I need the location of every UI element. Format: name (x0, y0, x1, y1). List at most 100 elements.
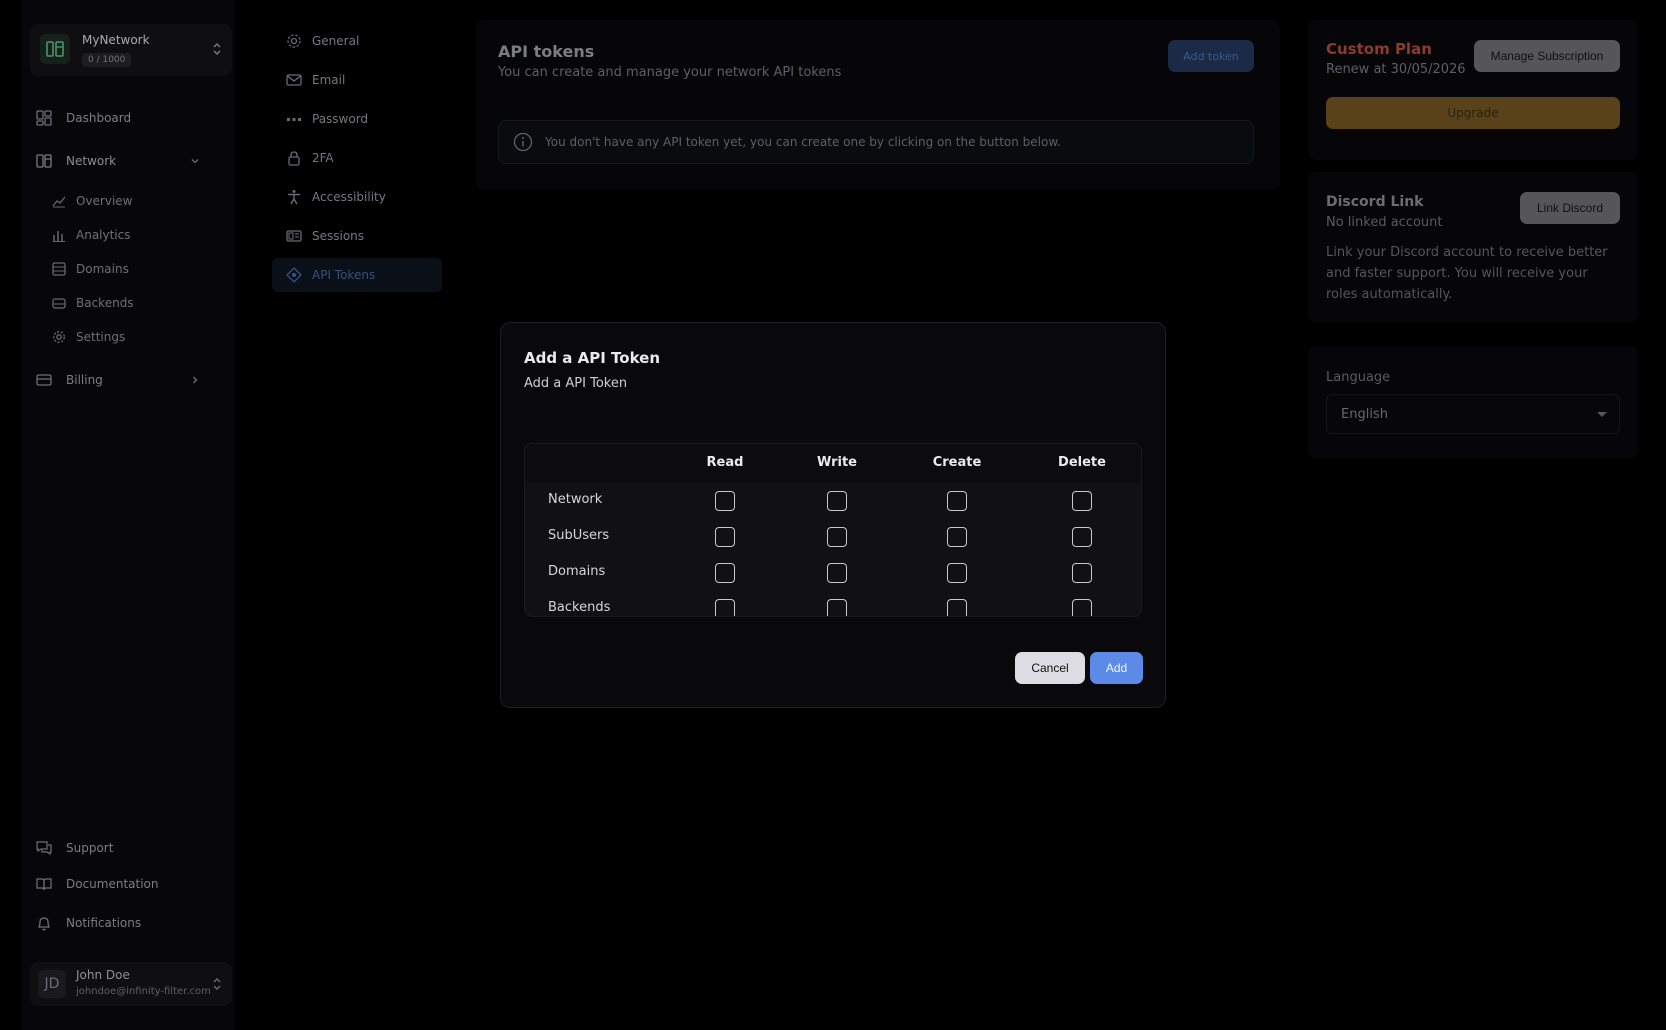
chevron-right-icon (193, 376, 198, 384)
sidebar-item-dashboard[interactable]: Dashboard (36, 106, 131, 130)
row-label-backends: Backends (548, 600, 611, 615)
language-label: Language (1326, 370, 1391, 385)
info-icon (513, 132, 533, 152)
checkbox-domains-delete[interactable] (1072, 563, 1092, 583)
sidebar-item-domains[interactable]: Domains (52, 258, 129, 280)
settings-tab-general[interactable]: General (272, 24, 442, 58)
discord-status: No linked account (1326, 215, 1443, 230)
cancel-button[interactable]: Cancel (1015, 652, 1085, 684)
settings-tab-label: Password (312, 112, 369, 126)
settings-tab-2fa[interactable]: 2FA (272, 141, 442, 175)
user-email: johndoe@infinity-filter.com (76, 986, 211, 997)
sidebar-item-overview[interactable]: Overview (52, 190, 133, 212)
sidebar-item-label: Support (66, 841, 114, 855)
page-title: API tokens (498, 42, 595, 61)
chat-bubbles-icon (36, 841, 52, 856)
checkbox-subusers-delete[interactable] (1072, 527, 1092, 547)
sidebar-item-label: Settings (76, 330, 126, 344)
sidebar-item-label: Notifications (66, 916, 142, 930)
discord-card: Discord Link No linked account Link your… (1308, 172, 1638, 322)
bar-chart-icon (53, 231, 65, 242)
trend-icon (52, 196, 66, 208)
sidebar-item-label: Dashboard (66, 111, 132, 125)
lock-icon (288, 151, 300, 166)
settings-tab-label: 2FA (312, 151, 334, 165)
settings-tab-password[interactable]: Password (272, 102, 442, 136)
sidebar-item-notifications[interactable]: Notifications (36, 911, 141, 935)
upgrade-button[interactable]: Upgrade (1326, 97, 1620, 129)
column-header-read: Read (706, 455, 744, 470)
add-token-modal: Add a API Token Add a API Token Read Wri… (500, 322, 1166, 708)
api-nodes-icon (286, 267, 302, 283)
gear-icon (53, 331, 65, 343)
checkbox-backends-delete[interactable] (1072, 599, 1092, 616)
permissions-header: Read Write Create Delete (525, 444, 1141, 482)
manage-subscription-button[interactable]: Manage Subscription (1474, 40, 1620, 72)
settings-tab-label: General (312, 34, 360, 48)
chevron-down-icon (191, 159, 199, 164)
add-button[interactable]: Add (1090, 652, 1143, 684)
checkbox-domains-write[interactable] (827, 563, 847, 583)
settings-tab-accessibility[interactable]: Accessibility (272, 180, 442, 214)
checkbox-backends-write[interactable] (827, 599, 847, 616)
mail-icon (286, 74, 302, 86)
checkbox-network-delete[interactable] (1072, 491, 1092, 511)
password-dots-icon (287, 118, 301, 121)
bell-icon (37, 917, 51, 931)
checkbox-backends-read[interactable] (715, 599, 735, 616)
network-switcher[interactable]: MyNetwork 0 / 1000 (30, 24, 232, 76)
user-name: John Doe (76, 968, 130, 982)
dashboard-icon (36, 110, 52, 126)
sidebar-item-settings[interactable]: Settings (52, 326, 125, 348)
add-token-button[interactable]: Add token (1168, 40, 1254, 72)
sidebar-item-analytics[interactable]: Analytics (52, 224, 131, 246)
sidebar-item-support[interactable]: Support (36, 836, 113, 860)
checkbox-network-read[interactable] (715, 491, 735, 511)
plan-name: Custom Plan (1326, 40, 1432, 58)
sidebar-item-backends[interactable]: Backends (52, 292, 134, 314)
settings-tab-label: Accessibility (312, 190, 386, 204)
settings-tab-sessions[interactable]: Sessions (272, 219, 442, 253)
book-icon (36, 878, 52, 891)
row-label-subusers: SubUsers (548, 528, 610, 543)
hard-drive-icon (52, 298, 66, 309)
checkbox-domains-read[interactable] (715, 563, 735, 583)
checkbox-domains-create[interactable] (947, 563, 967, 583)
settings-tab-label: Email (312, 73, 346, 87)
sidebar-item-billing[interactable]: Billing (36, 368, 228, 392)
sidebar-item-label: Backends (76, 296, 134, 310)
plan-renew-date: Renew at 30/05/2026 (1326, 62, 1466, 77)
sidebar-item-network[interactable]: Network (36, 149, 228, 173)
settings-tab-api-tokens[interactable]: API Tokens (272, 258, 442, 292)
settings-tab-label: API Tokens (312, 268, 376, 282)
sidebar-item-documentation[interactable]: Documentation (36, 872, 159, 896)
checkbox-subusers-create[interactable] (947, 527, 967, 547)
network-logo-icon (40, 34, 70, 64)
checkbox-network-create[interactable] (947, 491, 967, 511)
sidebar-item-label: Billing (66, 373, 103, 387)
modal-subtitle: Add a API Token (524, 376, 628, 391)
language-select[interactable]: English (1326, 394, 1620, 434)
checkbox-backends-create[interactable] (947, 599, 967, 616)
empty-notice: You don't have any API token yet, you ca… (498, 120, 1254, 164)
modal-title: Add a API Token (524, 349, 661, 367)
user-menu[interactable]: JD John Doe johndoe@infinity-filter.com (30, 962, 232, 1006)
checkbox-subusers-write[interactable] (827, 527, 847, 547)
network-icon (36, 154, 52, 168)
sidebar-item-label: Domains (76, 262, 129, 276)
id-card-icon (286, 230, 302, 242)
checkbox-subusers-read[interactable] (715, 527, 735, 547)
sidebar-item-label: Network (66, 154, 117, 168)
column-header-delete: Delete (1058, 455, 1106, 470)
settings-tab-email[interactable]: Email (272, 63, 442, 97)
notice-text: You don't have any API token yet, you ca… (545, 135, 1061, 149)
accessibility-icon (288, 190, 300, 205)
discord-description: Link your Discord account to receive bet… (1326, 245, 1608, 302)
network-usage-badge: 0 / 1000 (82, 53, 132, 67)
chevron-updown-icon (213, 978, 221, 990)
avatar: JD (38, 970, 66, 998)
credit-card-icon (36, 374, 52, 386)
link-discord-button[interactable]: Link Discord (1520, 192, 1620, 224)
checkbox-network-write[interactable] (827, 491, 847, 511)
chevron-updown-icon (213, 43, 221, 55)
